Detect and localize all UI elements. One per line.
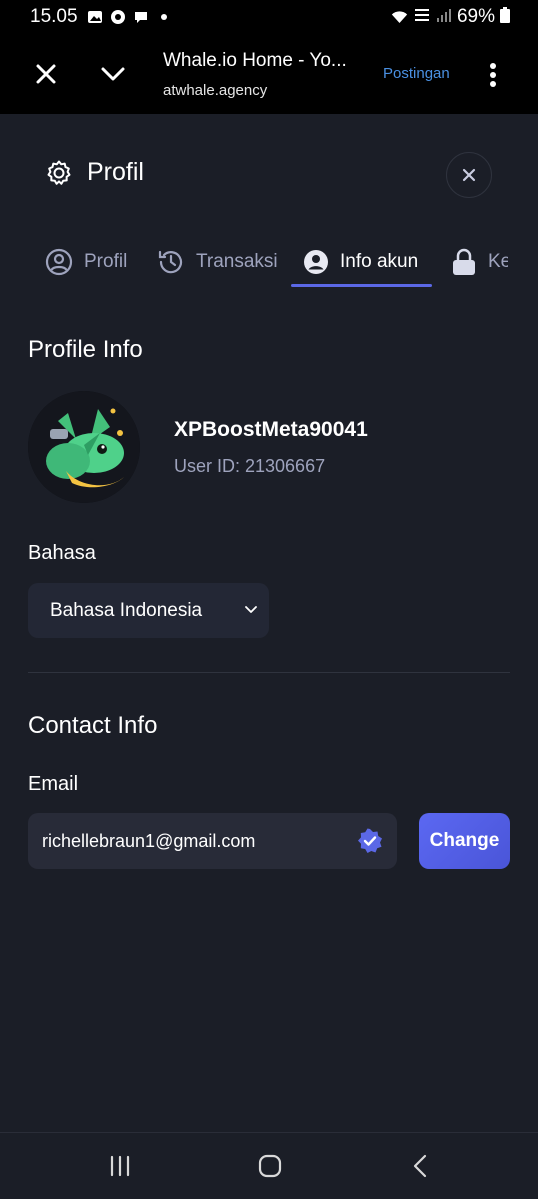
- chevron-down-icon: [243, 602, 259, 618]
- post-link[interactable]: Postingan: [383, 65, 450, 82]
- tab-transaksi[interactable]: Transaksi: [157, 238, 278, 286]
- tab-label: Profil: [84, 251, 128, 272]
- app-notification-icon: [109, 8, 126, 25]
- close-tab-button[interactable]: [30, 58, 62, 90]
- verified-badge-icon: [358, 828, 382, 853]
- change-email-button[interactable]: Change: [419, 813, 510, 869]
- language-select[interactable]: Bahasa Indonesia: [28, 583, 269, 638]
- notification-icons: [86, 8, 172, 25]
- home-button[interactable]: [250, 1151, 290, 1181]
- close-icon: [36, 64, 56, 84]
- close-icon: [462, 168, 476, 182]
- modal-close-button[interactable]: [446, 152, 492, 198]
- signal-icon: [436, 7, 452, 28]
- email-value: richellebraun1@gmail.com: [42, 830, 256, 851]
- username: XPBoostMeta90041: [174, 418, 368, 441]
- account-circle-icon: [304, 250, 328, 274]
- avatar: [28, 391, 140, 503]
- tab-label: Ke: [488, 251, 508, 272]
- user-circle-icon: [45, 248, 73, 276]
- tab-profil[interactable]: Profil: [45, 238, 127, 286]
- profile-modal: Profil Profil Transaksi Info akun Ke Pro…: [0, 114, 538, 1132]
- browser-toolbar: Whale.io Home - Yo... atwhale.agency Pos…: [0, 34, 538, 114]
- language-label: Bahasa: [28, 542, 96, 564]
- modal-title: Profil: [87, 158, 144, 186]
- chevron-down-icon: [101, 67, 125, 81]
- language-selected-value: Bahasa Indonesia: [50, 599, 203, 621]
- message-icon: [132, 8, 149, 25]
- user-id: User ID: 21306667: [174, 456, 326, 476]
- tab-label: Info akun: [340, 251, 419, 272]
- system-nav-bar: [0, 1132, 538, 1199]
- tab-info-akun[interactable]: Info akun: [303, 238, 418, 286]
- gear-icon: [47, 160, 71, 185]
- recents-icon: [110, 1155, 130, 1177]
- contact-info-heading: Contact Info: [28, 712, 158, 739]
- email-label: Email: [28, 773, 79, 795]
- page-title: Whale.io Home - Yo...: [163, 50, 347, 71]
- page-url: atwhale.agency: [163, 82, 268, 99]
- recent-apps-button[interactable]: [100, 1151, 140, 1181]
- history-icon: [158, 250, 183, 274]
- dragon-avatar-icon: [28, 391, 140, 503]
- more-options-button[interactable]: [482, 60, 504, 90]
- status-time: 15.05: [30, 6, 78, 27]
- profile-info-heading: Profile Info: [28, 336, 143, 363]
- volte-icon: [413, 7, 431, 28]
- wifi-icon: [391, 9, 408, 26]
- battery-icon: [500, 6, 510, 28]
- gallery-icon: [86, 8, 103, 25]
- profile-tabs: Profil Transaksi Info akun Ke: [28, 238, 508, 288]
- status-bar: 15.05 69%: [0, 0, 538, 34]
- tab-keamanan[interactable]: Ke: [451, 238, 508, 286]
- battery-level: 69%: [456, 6, 495, 27]
- tab-label: Transaksi: [196, 251, 278, 272]
- back-button[interactable]: [400, 1151, 440, 1181]
- home-icon: [258, 1154, 282, 1178]
- section-divider: [28, 672, 510, 673]
- back-icon: [413, 1154, 427, 1178]
- modal-header: Profil: [45, 158, 144, 187]
- more-vertical-icon: [490, 63, 496, 87]
- email-field[interactable]: richellebraun1@gmail.com: [28, 813, 397, 869]
- active-tab-indicator: [291, 284, 432, 287]
- lock-icon: [453, 248, 475, 275]
- collapse-button[interactable]: [96, 58, 130, 90]
- more-notifications-icon: [155, 8, 172, 25]
